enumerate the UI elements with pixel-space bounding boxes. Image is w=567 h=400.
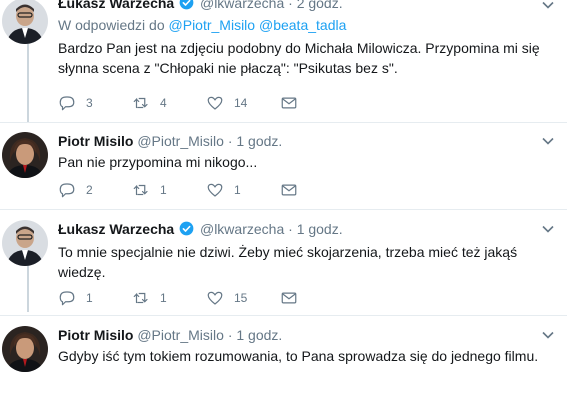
reply-button[interactable]: 1 bbox=[58, 289, 132, 307]
retweet-count: 1 bbox=[160, 291, 167, 305]
user-handle[interactable]: @Piotr_Misilo bbox=[137, 133, 224, 149]
verified-badge-icon bbox=[179, 221, 194, 240]
timestamp[interactable]: 1 godz. bbox=[236, 327, 282, 343]
chevron-down-icon[interactable] bbox=[541, 134, 555, 148]
tweet-header: Piotr Misilo @Piotr_Misilo · 1 godz. bbox=[58, 132, 557, 150]
user-handle[interactable]: @lkwarzecha bbox=[200, 221, 284, 237]
retweet-icon bbox=[133, 292, 148, 304]
like-button[interactable]: 1 bbox=[206, 181, 280, 199]
retweet-button[interactable]: 1 bbox=[132, 289, 206, 307]
chevron-down-icon[interactable] bbox=[541, 222, 555, 236]
tweet[interactable]: Łukasz Warzecha @lkwarzecha · 1 godz. To… bbox=[0, 210, 567, 314]
separator-dot: · bbox=[227, 327, 233, 343]
display-name[interactable]: Piotr Misilo bbox=[58, 133, 133, 149]
retweet-button[interactable]: 1 bbox=[132, 181, 206, 199]
retweet-count: 1 bbox=[160, 183, 167, 197]
retweet-icon bbox=[133, 184, 148, 196]
separator-dot: · bbox=[227, 133, 233, 149]
chevron-down-icon[interactable] bbox=[541, 0, 555, 12]
reply-prefix: W odpowiedzi do bbox=[58, 17, 165, 33]
display-name[interactable]: Łukasz Warzecha bbox=[58, 221, 174, 237]
user-handle[interactable]: @lkwarzecha bbox=[200, 0, 284, 11]
avatar[interactable] bbox=[2, 220, 48, 266]
heart-icon bbox=[207, 291, 223, 305]
mention-link[interactable]: @beata_tadla bbox=[259, 17, 346, 33]
reply-button[interactable]: 3 bbox=[58, 94, 132, 112]
reply-icon bbox=[59, 183, 75, 198]
retweet-icon bbox=[133, 97, 148, 109]
verified-badge-icon bbox=[179, 0, 194, 14]
reply-icon bbox=[59, 96, 75, 111]
reply-icon bbox=[59, 291, 75, 306]
tweet-text-line: wiedzę. bbox=[58, 264, 106, 280]
retweet-button[interactable]: 4 bbox=[132, 94, 206, 112]
timestamp[interactable]: 1 godz. bbox=[236, 133, 282, 149]
tweet-actions: 2 1 1 bbox=[58, 181, 310, 199]
tweet-text-line: Gdyby iść tym tokiem rozumowania, to Pan… bbox=[58, 348, 539, 364]
direct-message-button[interactable] bbox=[280, 289, 310, 307]
reply-count: 3 bbox=[86, 96, 93, 110]
direct-message-button[interactable] bbox=[280, 181, 310, 199]
like-count: 14 bbox=[234, 96, 248, 110]
envelope-icon bbox=[281, 184, 297, 196]
chevron-down-icon[interactable] bbox=[541, 328, 555, 342]
reply-context: W odpowiedzi do @Piotr_Misilo @beata_tad… bbox=[58, 16, 557, 34]
separator-dot: · bbox=[288, 0, 293, 11]
separator-dot: · bbox=[288, 221, 293, 237]
tweet[interactable]: Piotr Misilo @Piotr_Misilo · 1 godz. Gdy… bbox=[0, 316, 567, 400]
mention-link[interactable]: @Piotr_Misilo bbox=[169, 17, 256, 33]
avatar[interactable] bbox=[2, 326, 48, 372]
reply-count: 1 bbox=[86, 291, 93, 305]
tweet-actions: 1 1 15 bbox=[58, 289, 310, 307]
tweet-text-line: Pan nie przypomina mi nikogo... bbox=[58, 154, 258, 170]
retweet-count: 4 bbox=[160, 96, 167, 110]
user-handle[interactable]: @Piotr_Misilo bbox=[137, 327, 224, 343]
tweet-actions: 3 4 14 bbox=[58, 94, 310, 112]
like-button[interactable]: 14 bbox=[206, 94, 280, 112]
heart-icon bbox=[207, 96, 223, 110]
timestamp[interactable]: 1 godz. bbox=[297, 221, 343, 237]
timestamp[interactable]: 2 godz. bbox=[297, 0, 343, 11]
reply-count: 2 bbox=[86, 183, 93, 197]
like-count: 1 bbox=[234, 183, 241, 197]
avatar[interactable] bbox=[2, 0, 48, 44]
direct-message-button[interactable] bbox=[280, 94, 310, 112]
tweet-text: To mnie specjalnie nie dziwi. Żeby mieć … bbox=[58, 242, 557, 282]
tweet-text-line: Bardzo Pan jest na zdjęciu podobny do Mi… bbox=[58, 40, 540, 56]
like-button[interactable]: 15 bbox=[206, 289, 280, 307]
tweet-header: Łukasz Warzecha @lkwarzecha · 2 godz. bbox=[58, 0, 557, 14]
like-count: 15 bbox=[234, 291, 248, 305]
tweet-text-line: słynna scena z "Chłopaki nie płaczą": "P… bbox=[58, 60, 398, 76]
display-name[interactable]: Łukasz Warzecha bbox=[58, 0, 174, 11]
avatar[interactable] bbox=[2, 132, 48, 178]
tweet[interactable]: Piotr Misilo @Piotr_Misilo · 1 godz. Pan… bbox=[0, 123, 567, 209]
tweet-header: Piotr Misilo @Piotr_Misilo · 1 godz. bbox=[58, 326, 557, 344]
tweet[interactable]: Łukasz Warzecha @lkwarzecha · 2 godz. W … bbox=[0, 0, 567, 122]
tweet-text: Pan nie przypomina mi nikogo... bbox=[58, 152, 557, 172]
tweet-text-line: To mnie specjalnie nie dziwi. Żeby mieć … bbox=[58, 244, 518, 260]
heart-icon bbox=[207, 183, 223, 197]
tweet-text: Bardzo Pan jest na zdjęciu podobny do Mi… bbox=[58, 38, 557, 78]
envelope-icon bbox=[281, 292, 297, 304]
tweet-header: Łukasz Warzecha @lkwarzecha · 1 godz. bbox=[58, 220, 557, 240]
tweet-text: Gdyby iść tym tokiem rozumowania, to Pan… bbox=[58, 346, 557, 366]
envelope-icon bbox=[281, 97, 297, 109]
reply-button[interactable]: 2 bbox=[58, 181, 132, 199]
display-name[interactable]: Piotr Misilo bbox=[58, 327, 133, 343]
